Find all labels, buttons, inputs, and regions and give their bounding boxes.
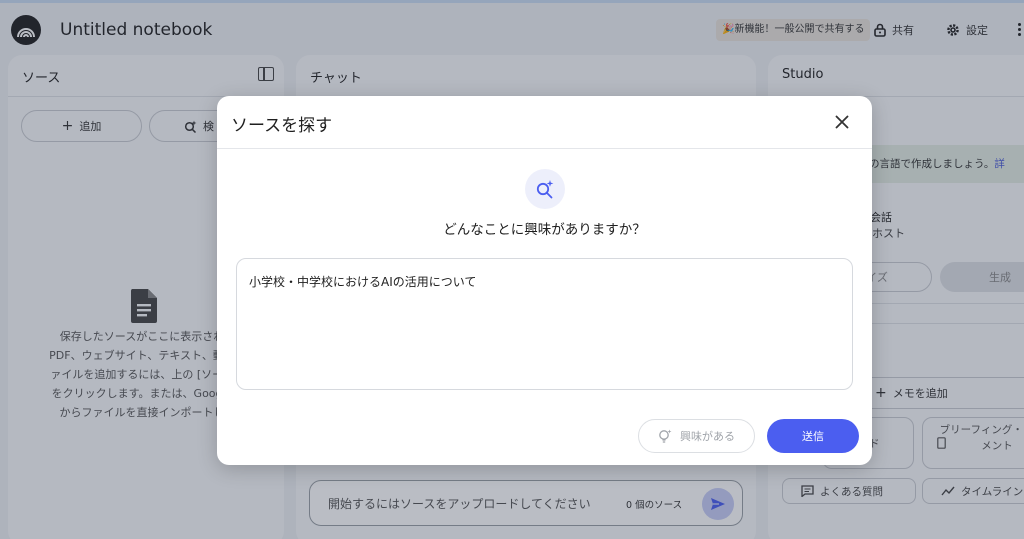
interest-label: 興味がある [680, 430, 735, 443]
submit-button[interactable]: 送信 [767, 419, 859, 453]
interest-question: どんなことに興味がありますか？ [443, 222, 646, 238]
discover-sources-dialog: ソースを探す どんなことに興味がありますか？ 小学校・中学校におけるAIの活用に… [217, 96, 872, 465]
search-sparkle-icon [525, 169, 565, 209]
lightbulb-icon [659, 429, 672, 443]
close-icon[interactable] [831, 111, 853, 133]
topic-input[interactable]: 小学校・中学校におけるAIの活用について [236, 258, 853, 390]
interest-button[interactable]: 興味がある [638, 419, 755, 453]
dialog-title: ソースを探す [231, 116, 333, 136]
divider [217, 148, 872, 149]
